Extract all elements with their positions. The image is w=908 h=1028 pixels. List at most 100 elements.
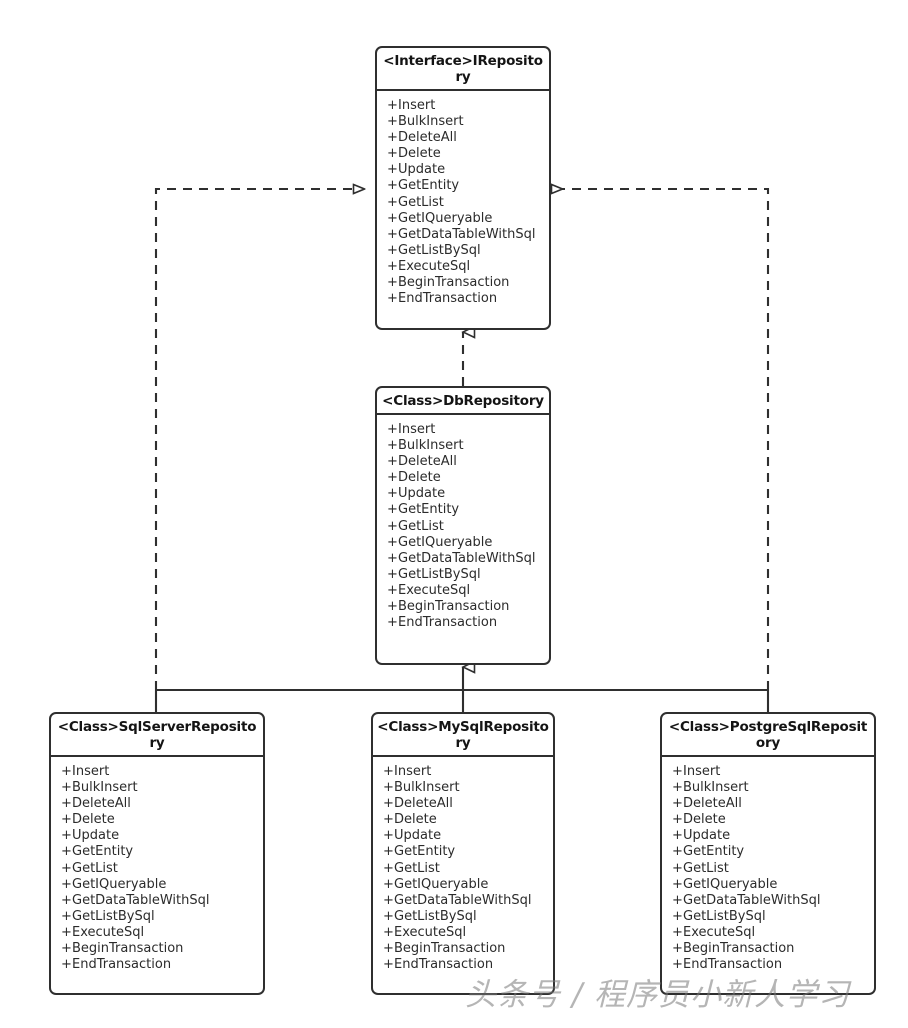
member-visibility: + (387, 438, 398, 454)
member-name: GetEntity (398, 502, 460, 518)
member-name: BeginTransaction (394, 941, 506, 957)
class-member: +Delete (61, 812, 263, 828)
member-name: GetDataTableWithSql (398, 550, 536, 566)
member-visibility: + (383, 796, 394, 812)
class-member: +Delete (387, 470, 549, 486)
class-member: +GetDataTableWithSql (387, 227, 549, 243)
class-member: +Delete (672, 812, 874, 828)
class-member: +GetDataTableWithSql (672, 893, 874, 909)
member-visibility: + (387, 98, 398, 113)
member-name: EndTransaction (72, 957, 172, 973)
member-name: ExecuteSql (72, 924, 145, 940)
member-name: BeginTransaction (398, 599, 510, 615)
member-name: Delete (394, 812, 437, 828)
class-member: +ExecuteSql (387, 583, 549, 599)
class-member: +BulkInsert (61, 780, 263, 796)
member-name: EndTransaction (394, 957, 494, 973)
member-name: BulkInsert (398, 438, 464, 454)
class-member: +GetList (387, 195, 549, 211)
member-name: BeginTransaction (72, 941, 184, 957)
member-name: GetIQueryable (683, 876, 778, 892)
member-visibility: + (383, 780, 394, 796)
class-member: +Update (61, 828, 263, 844)
member-name: GetListBySql (72, 908, 155, 924)
member-visibility: + (61, 957, 72, 973)
class-member: +Insert (387, 98, 549, 114)
class-member: +Delete (387, 146, 549, 162)
member-visibility: + (61, 860, 72, 876)
member-visibility: + (383, 924, 394, 940)
member-name: BulkInsert (398, 114, 464, 130)
member-visibility: + (61, 892, 72, 908)
member-visibility: + (383, 941, 394, 957)
member-visibility: + (672, 876, 683, 892)
member-list-irepository: +Insert +BulkInsert +DeleteAll +Delete +Upda… (377, 91, 549, 313)
member-name: Update (683, 828, 731, 844)
member-name: GetList (398, 518, 444, 534)
class-member: +ExecuteSql (383, 925, 553, 941)
member-visibility: + (61, 908, 72, 924)
member-visibility: + (61, 844, 72, 860)
member-visibility: + (61, 764, 72, 779)
class-member: +Insert (387, 422, 549, 438)
member-visibility: + (672, 941, 683, 957)
uml-class-diagram: IRepository (left dashed path) --> IRepo… (0, 0, 908, 1028)
member-name: GetEntity (683, 844, 745, 860)
class-member: +BulkInsert (387, 438, 549, 454)
member-name: GetIQueryable (398, 534, 493, 550)
member-visibility: + (387, 615, 398, 631)
member-visibility: + (387, 146, 398, 162)
member-name: Delete (683, 812, 726, 828)
class-member: +Update (672, 828, 874, 844)
class-header-postgresqlrepository: <Class>PostgreSqlRepository (662, 714, 874, 757)
member-visibility: + (387, 582, 398, 598)
member-name: DeleteAll (398, 130, 457, 146)
class-member: +GetIQueryable (672, 877, 874, 893)
member-visibility: + (383, 844, 394, 860)
class-member: +Update (383, 828, 553, 844)
member-name: ExecuteSql (398, 582, 471, 598)
class-header-dbrepository: <Class>DbRepository (377, 388, 549, 415)
class-member: +EndTransaction (383, 957, 553, 973)
class-box-dbrepository[interactable]: <Class>DbRepository +Insert +BulkInsert +D… (375, 386, 551, 665)
class-member: +GetListBySql (387, 243, 549, 259)
member-name: DeleteAll (394, 796, 453, 812)
member-name: GetList (398, 194, 444, 210)
member-visibility: + (387, 470, 398, 486)
member-visibility: + (383, 764, 394, 779)
member-name: Insert (398, 422, 436, 437)
class-member: +GetList (387, 519, 549, 535)
member-visibility: + (383, 908, 394, 924)
class-box-sqlserverrepository[interactable]: <Class>SqlServerRepository +Insert +BulkI… (49, 712, 265, 995)
class-box-mysqlrepository[interactable]: <Class>MySqlRepository +Insert +BulkInser… (371, 712, 555, 995)
member-name: DeleteAll (683, 796, 742, 812)
member-visibility: + (387, 178, 398, 194)
member-visibility: + (672, 924, 683, 940)
class-box-postgresqlrepository[interactable]: <Class>PostgreSqlRepository +Insert +Bulk… (660, 712, 876, 995)
member-name: GetList (683, 860, 729, 876)
class-member: +ExecuteSql (387, 259, 549, 275)
member-name: GetDataTableWithSql (398, 226, 536, 242)
member-visibility: + (387, 534, 398, 550)
member-name: GetListBySql (398, 242, 481, 258)
class-header-mysqlrepository: <Class>MySqlRepository (373, 714, 553, 757)
member-visibility: + (387, 454, 398, 470)
member-name: BulkInsert (683, 780, 749, 796)
member-name: EndTransaction (683, 957, 783, 973)
member-name: BulkInsert (394, 780, 460, 796)
class-member: +EndTransaction (61, 957, 263, 973)
member-visibility: + (61, 941, 72, 957)
member-visibility: + (61, 876, 72, 892)
class-member: +GetListBySql (61, 909, 263, 925)
member-name: GetEntity (398, 178, 460, 194)
class-member: +BulkInsert (383, 780, 553, 796)
member-name: GetIQueryable (394, 876, 489, 892)
realization-postgresql-to-irepository (562, 189, 770, 690)
class-member: +GetEntity (383, 844, 553, 860)
class-box-irepository[interactable]: <Interface>IRepository +Insert +BulkInser… (375, 46, 551, 330)
member-name: GetIQueryable (72, 876, 167, 892)
class-member: +BeginTransaction (383, 941, 553, 957)
class-member: +Insert (383, 764, 553, 780)
class-member: +BeginTransaction (61, 941, 263, 957)
member-visibility: + (61, 812, 72, 828)
